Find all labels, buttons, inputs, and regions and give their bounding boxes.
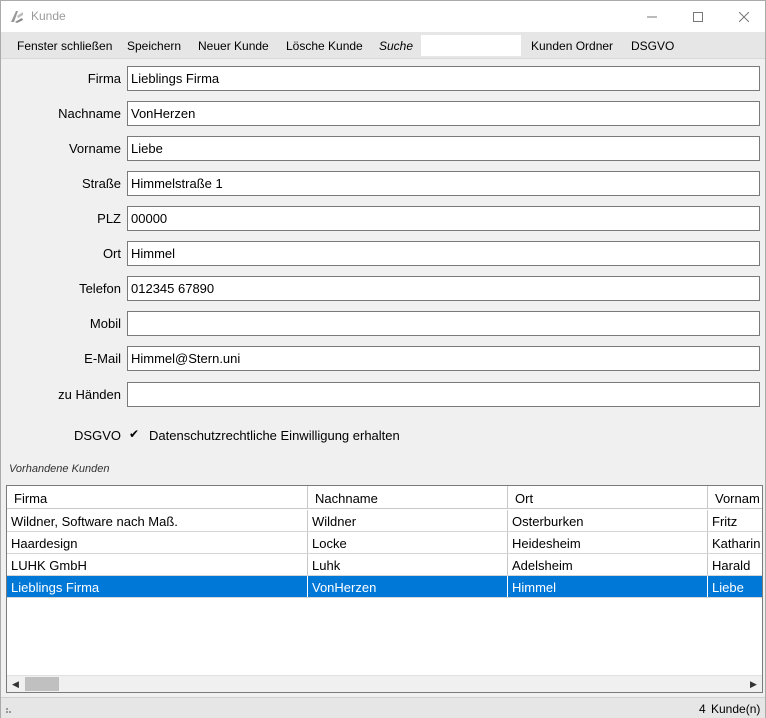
- column-header-ort[interactable]: Ort: [508, 486, 708, 509]
- title-bar: Kunde: [1, 1, 765, 32]
- cell-nachname: Wildner: [308, 510, 508, 531]
- app-icon: [11, 11, 23, 23]
- resize-grip-icon[interactable]: [5, 704, 15, 714]
- row-nachname: Nachname: [5, 101, 763, 126]
- horizontal-scrollbar[interactable]: ◀ ▶: [7, 675, 762, 692]
- table-row-selected[interactable]: Lieblings Firma VonHerzen Himmel Liebe: [7, 576, 762, 598]
- cell-vorname: Katharin: [712, 536, 761, 551]
- existing-customers-label: Vorhandene Kunden: [9, 463, 110, 475]
- strasse-field[interactable]: [127, 171, 760, 196]
- telefon-field[interactable]: [127, 276, 760, 301]
- label-email: E-Mail: [84, 351, 121, 366]
- column-header-firma[interactable]: Firma: [7, 486, 308, 509]
- cell-ort: Heidesheim: [508, 532, 708, 553]
- label-zu-haenden: zu Händen: [58, 387, 121, 402]
- customer-grid: Firma Nachname Ort Vornam Wildner, Softw…: [6, 485, 763, 693]
- dsgvo-checkbox[interactable]: ✔: [129, 428, 142, 441]
- cell-firma: Lieblings Firma: [7, 576, 308, 597]
- menu-dsgvo[interactable]: DSGVO: [631, 39, 674, 53]
- table-row[interactable]: LUHK GmbH Luhk Adelsheim Harald: [7, 554, 762, 576]
- customer-form: Firma Nachname Vorname Straße PLZ Ort Te…: [5, 61, 763, 456]
- minimize-icon: [647, 16, 657, 17]
- maximize-icon: [693, 11, 703, 22]
- row-dsgvo: DSGVO ✔ Datenschutzrechtliche Einwilligu…: [5, 425, 763, 450]
- row-email: E-Mail: [5, 346, 763, 371]
- cell-firma: Haardesign: [7, 532, 308, 553]
- cell-vorname: Fritz: [712, 514, 738, 529]
- row-mobil: Mobil: [5, 311, 763, 336]
- cell-ort: Osterburken: [508, 510, 708, 531]
- cell-ort: Adelsheim: [508, 554, 708, 575]
- close-button[interactable]: [721, 1, 766, 32]
- label-dsgvo: DSGVO: [74, 428, 121, 443]
- cell-vorname: Liebe: [712, 580, 744, 595]
- firma-field[interactable]: [127, 66, 760, 91]
- cell-vorname: Harald: [712, 558, 751, 573]
- dsgvo-checkbox-label[interactable]: Datenschutzrechtliche Einwilligung erhal…: [149, 428, 400, 443]
- ort-field[interactable]: [127, 241, 760, 266]
- row-ort: Ort: [5, 241, 763, 266]
- arrow-left-icon[interactable]: ◀: [7, 676, 24, 692]
- label-strasse: Straße: [81, 176, 121, 191]
- row-firma: Firma: [5, 66, 763, 91]
- customer-count-unit: Kunde(n): [711, 702, 761, 716]
- vorname-field[interactable]: [127, 136, 760, 161]
- menu-bar: Fenster schließen Speichern Neuer Kunde …: [1, 32, 765, 59]
- label-nachname: Nachname: [58, 106, 121, 121]
- scrollbar-thumb[interactable]: [25, 677, 59, 691]
- nachname-field[interactable]: [127, 101, 760, 126]
- label-mobil: Mobil: [89, 316, 121, 331]
- label-telefon: Telefon: [79, 281, 121, 296]
- cell-nachname: Locke: [308, 532, 508, 553]
- row-zu-haenden: zu Händen: [5, 382, 763, 407]
- search-label: Suche: [379, 39, 414, 53]
- customer-window: Kunde Fenster schließen Speichern Neuer …: [0, 0, 766, 718]
- grid-header: Firma Nachname Ort Vornam: [7, 486, 762, 509]
- cell-firma: Wildner, Software nach Maß.: [7, 510, 308, 531]
- search-input[interactable]: [421, 35, 521, 56]
- customer-count: 4: [699, 702, 706, 716]
- row-vorname: Vorname: [5, 136, 763, 161]
- label-vorname: Vorname: [68, 141, 121, 156]
- plz-field[interactable]: [127, 206, 760, 231]
- label-plz: PLZ: [97, 211, 121, 226]
- menu-close-window[interactable]: Fenster schließen: [17, 39, 112, 53]
- row-strasse: Straße: [5, 171, 763, 196]
- email-field[interactable]: [127, 346, 760, 371]
- maximize-button[interactable]: [675, 1, 721, 32]
- minimize-button[interactable]: [629, 1, 675, 32]
- column-header-vorname[interactable]: Vornam: [708, 486, 762, 509]
- status-bar: 4 Kunde(n): [1, 697, 765, 718]
- menu-save[interactable]: Speichern: [127, 39, 181, 53]
- menu-delete-customer[interactable]: Lösche Kunde: [286, 39, 363, 53]
- close-icon: [739, 11, 749, 22]
- table-row[interactable]: Haardesign Locke Heidesheim Katharin: [7, 532, 762, 554]
- cell-nachname: Luhk: [308, 554, 508, 575]
- table-row[interactable]: Wildner, Software nach Maß. Wildner Oste…: [7, 510, 762, 532]
- window-title: Kunde: [31, 9, 66, 23]
- row-plz: PLZ: [5, 206, 763, 231]
- menu-customer-folder[interactable]: Kunden Ordner: [531, 39, 613, 53]
- label-firma: Firma: [87, 71, 121, 86]
- menu-new-customer[interactable]: Neuer Kunde: [198, 39, 269, 53]
- cell-firma: LUHK GmbH: [7, 554, 308, 575]
- cell-nachname: VonHerzen: [308, 576, 508, 597]
- zu-haenden-field[interactable]: [127, 382, 760, 407]
- row-telefon: Telefon: [5, 276, 763, 301]
- column-header-nachname[interactable]: Nachname: [308, 486, 508, 509]
- arrow-right-icon[interactable]: ▶: [745, 676, 762, 692]
- mobil-field[interactable]: [127, 311, 760, 336]
- label-ort: Ort: [102, 246, 121, 261]
- cell-ort: Himmel: [508, 576, 708, 597]
